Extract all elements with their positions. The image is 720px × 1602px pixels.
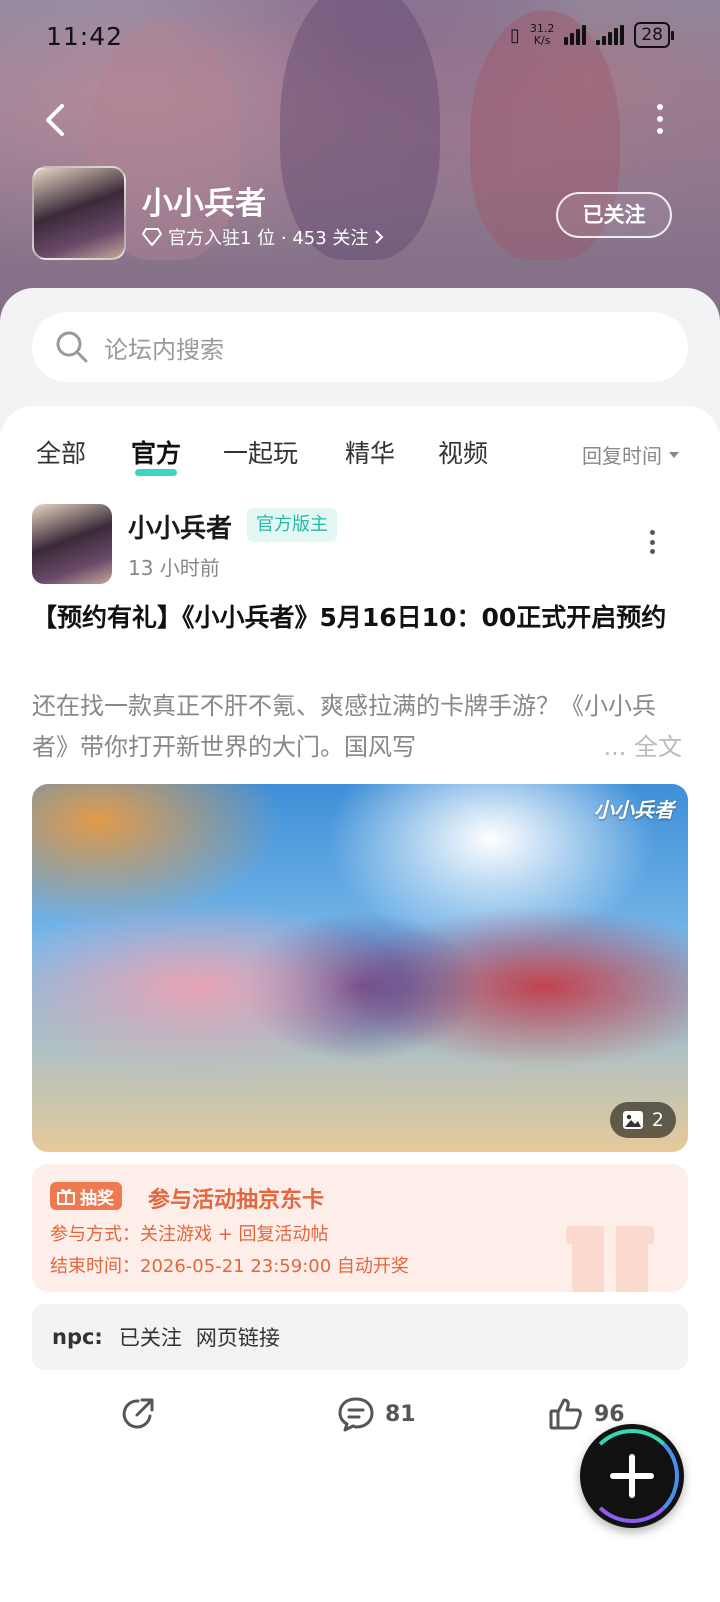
thumbs-up-icon	[549, 1398, 582, 1430]
follow-button[interactable]: 已关注	[556, 192, 672, 238]
read-more-link[interactable]: ... 全文	[597, 727, 682, 768]
like-count: 96	[594, 1401, 625, 1427]
author-avatar[interactable]	[32, 504, 112, 584]
net-speed: 31.2 K/s	[530, 23, 555, 47]
sort-dropdown[interactable]: 回复时间	[582, 440, 680, 469]
comment-count: 81	[385, 1401, 416, 1427]
comment-button[interactable]: 81	[337, 1396, 416, 1432]
npc-item-followed[interactable]: 已关注	[119, 1322, 182, 1352]
image-count: 2	[651, 1109, 664, 1131]
search-input[interactable]: 论坛内搜索	[32, 312, 688, 382]
npc-label: npc:	[52, 1325, 103, 1349]
lottery-end-time: 结束时间：2026-05-21 23:59:00 自动开奖	[50, 1256, 409, 1277]
lottery-card[interactable]: 抽奖 参与活动抽京东卡 参与方式：关注游戏 + 回复活动帖 结束时间：2026-…	[32, 1164, 688, 1292]
content-panel: 全部 官方 一起玩 精华 视频 回复时间 小小兵者 官方版主 13 小时前 【预…	[0, 406, 720, 1602]
lottery-method: 参与方式：关注游戏 + 回复活动帖	[50, 1224, 329, 1245]
net-speed-unit: K/s	[533, 34, 551, 47]
gift-icon	[57, 1189, 75, 1205]
post-more-button[interactable]	[646, 530, 658, 554]
forum-meta[interactable]: 官方入驻1 位 · 453 关注	[142, 224, 384, 250]
image-icon	[622, 1111, 643, 1129]
cell-signal-icon	[596, 25, 625, 45]
tab-play-together[interactable]: 一起玩	[223, 434, 298, 470]
post-excerpt[interactable]: 还在找一款真正不肝不氪、爽感拉满的卡牌手游？《小小兵者》带你打开新世界的大门。国…	[32, 686, 688, 768]
share-icon	[122, 1398, 154, 1429]
wifi-signal-icon	[564, 25, 587, 45]
tab-official[interactable]: 官方	[131, 434, 181, 476]
post-title[interactable]: 【预约有礼】《小小兵者》5月16日10：00正式开启预约	[32, 598, 688, 638]
forum-title: 小小兵者	[142, 186, 266, 222]
tab-video[interactable]: 视频	[438, 434, 488, 470]
image-count-badge: 2	[609, 1102, 676, 1138]
status-bar: 11:42 ▯ 31.2 K/s 28	[0, 0, 720, 72]
lottery-title: 参与活动抽京东卡	[148, 1188, 325, 1213]
post-time: 13 小时前	[128, 556, 220, 580]
forum-avatar	[32, 166, 126, 260]
forum-meta-text: 官方入驻1 位 · 453 关注	[168, 228, 369, 249]
tab-bar: 全部 官方 一起玩 精华 视频 回复时间	[0, 424, 720, 484]
share-button[interactable]	[120, 1396, 156, 1432]
npc-bar: npc: 已关注 网页链接	[32, 1304, 688, 1370]
author-badge: 官方版主	[247, 508, 337, 542]
more-options-button[interactable]	[650, 104, 670, 134]
comment-icon	[338, 1397, 374, 1432]
plus-icon	[610, 1454, 654, 1498]
back-button[interactable]	[36, 100, 76, 140]
lottery-badge: 抽奖	[50, 1182, 122, 1210]
gift-watermark-icon	[566, 1226, 654, 1292]
search-placeholder: 论坛内搜索	[104, 335, 224, 364]
tab-featured[interactable]: 精华	[345, 434, 395, 470]
caret-down-icon	[669, 451, 679, 458]
sort-label: 回复时间	[582, 444, 662, 468]
create-post-button[interactable]	[580, 1424, 684, 1528]
author-name[interactable]: 小小兵者	[128, 508, 232, 545]
status-icons: ▯ 31.2 K/s 28	[509, 22, 674, 48]
chevron-right-icon	[375, 230, 384, 244]
npc-item-web-link[interactable]: 网页链接	[196, 1322, 280, 1352]
search-icon	[56, 331, 88, 363]
battery-icon: 28	[634, 22, 674, 48]
tab-all[interactable]: 全部	[36, 434, 86, 470]
diamond-icon	[142, 228, 162, 246]
chevron-left-icon	[46, 104, 64, 136]
status-time: 11:42	[46, 22, 124, 51]
image-logo: 小小兵者	[594, 798, 674, 822]
vibrate-icon: ▯	[509, 24, 520, 46]
lottery-badge-label: 抽奖	[80, 1188, 114, 1209]
post-image[interactable]: 小小兵者 2	[32, 784, 688, 1152]
